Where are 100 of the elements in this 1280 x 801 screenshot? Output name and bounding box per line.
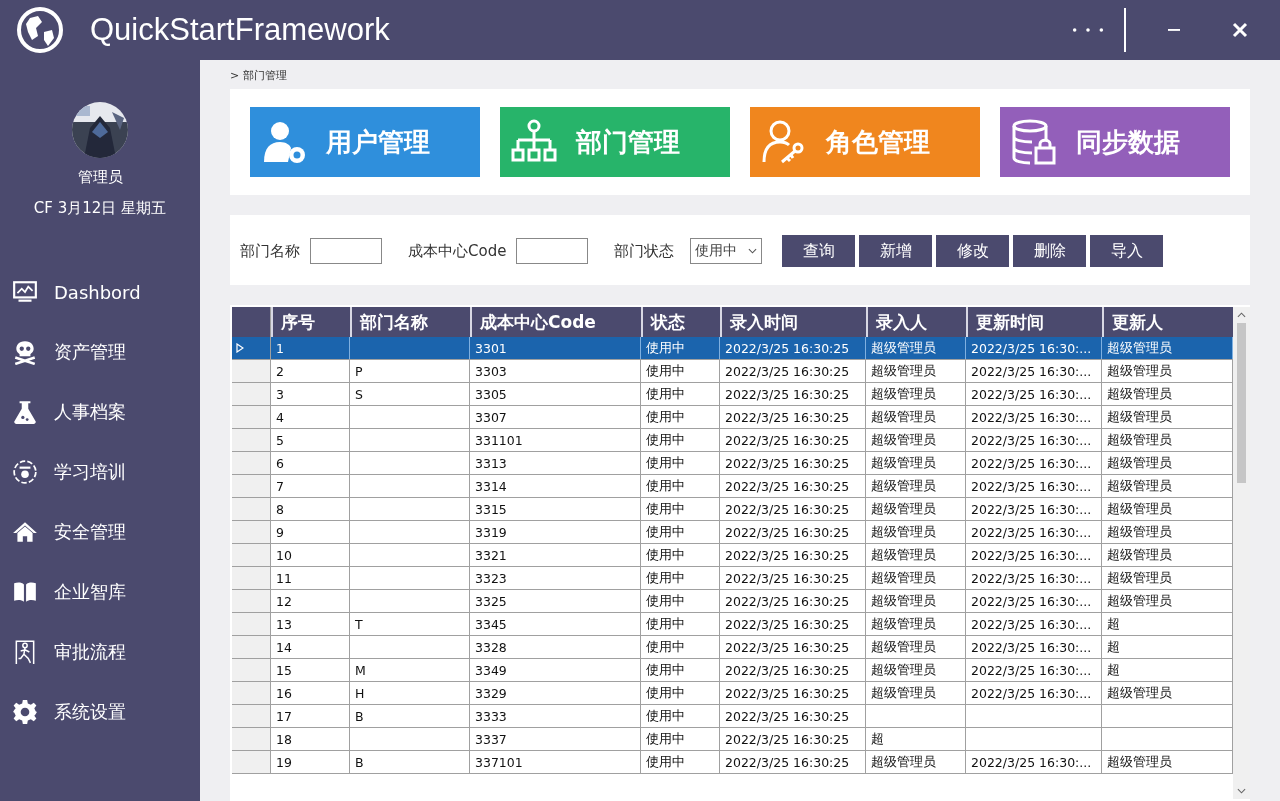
scroll-down-icon[interactable] <box>1237 788 1246 794</box>
more-icon[interactable] <box>1072 27 1104 33</box>
table-cell: 2022/3/25 16:30:... <box>971 524 1092 540</box>
table-row[interactable]: 4 3307 使用中 2022/3/25 16:30:25 超级管理员 2022/3/25 16:30:... 超级管理员 <box>232 406 1233 429</box>
sidebar-item[interactable]: Dashbord <box>0 262 200 322</box>
table-cell: P <box>355 363 363 379</box>
table-row[interactable]: 10 3321 使用中 2022/3/25 16:30:25 超级管理员 2022/3/25 16:30:... 超级管理员 <box>232 544 1233 567</box>
table-cell: 超级管理员 <box>871 753 936 771</box>
table-cell: 超级管理员 <box>1107 408 1172 426</box>
sidebar-item[interactable]: 资产管理 <box>0 322 200 382</box>
table-cell: 使用中 <box>646 454 685 472</box>
table-cell: 2022/3/25 16:30:25 <box>725 731 850 747</box>
table-row[interactable]: 8 3315 使用中 2022/3/25 16:30:25 超级管理员 2022/3/25 16:30:... 超级管理员 <box>232 498 1233 521</box>
sidebar-item[interactable]: 企业智库 <box>0 562 200 622</box>
action-button[interactable]: 新增 <box>859 235 933 267</box>
table-cell: 超级管理员 <box>871 615 936 633</box>
sidebar-item[interactable]: 学习培训 <box>0 442 200 502</box>
table-row[interactable]: 13 T 3345 使用中 2022/3/25 16:30:25 超级管理员 2022/3/25 16:30:... 超 <box>232 613 1233 636</box>
table-cell: 2022/3/25 16:30:25 <box>725 639 850 655</box>
table-cell: 使用中 <box>646 477 685 495</box>
table-cell: 2022/3/25 16:30:... <box>971 432 1092 448</box>
table-row[interactable]: 3 S 3305 使用中 2022/3/25 16:30:25 超级管理员 2022/3/25 16:30:... 超级管理员 <box>232 383 1233 406</box>
table-row[interactable]: 16 H 3329 使用中 2022/3/25 16:30:25 超级管理员 2022/3/25 16:30:... 超级管理员 <box>232 682 1233 705</box>
table-cell: 使用中 <box>646 569 685 587</box>
table-row[interactable]: 5 331101 使用中 2022/3/25 16:30:25 超级管理员 2022/3/25 16:30:... 超级管理员 <box>232 429 1233 452</box>
table-cell: 3314 <box>475 478 507 494</box>
table-row[interactable]: 12 3325 使用中 2022/3/25 16:30:25 超级管理员 2022/3/25 16:30:... 超级管理员 <box>232 590 1233 613</box>
table-cell: 10 <box>276 547 292 563</box>
flask-icon <box>12 399 38 425</box>
table-row[interactable]: 18 3337 使用中 2022/3/25 16:30:25 超 <box>232 728 1233 751</box>
table-cell: 使用中 <box>646 546 685 564</box>
module-tile[interactable]: 同步数据 <box>1000 107 1230 177</box>
table-row[interactable]: 14 3328 使用中 2022/3/25 16:30:25 超级管理员 2022/3/25 16:30:... 超 <box>232 636 1233 659</box>
table-cell: 2022/3/25 16:30:25 <box>725 708 850 724</box>
table-cell: 超 <box>1107 661 1120 679</box>
table-cell: 1 <box>276 340 284 356</box>
table-cell: 331101 <box>475 432 523 448</box>
table-row[interactable]: 15 M 3349 使用中 2022/3/25 16:30:25 超级管理员 2022/3/25 16:30:... 超 <box>232 659 1233 682</box>
sidebar-item[interactable]: 安全管理 <box>0 502 200 562</box>
field-label: 部门状态 <box>614 241 675 261</box>
table-cell: 3305 <box>475 386 507 402</box>
input-field[interactable] <box>516 238 589 264</box>
table-cell: 2 <box>276 363 284 379</box>
table-cell: 14 <box>276 639 292 655</box>
action-button[interactable]: 修改 <box>936 235 1010 267</box>
table-cell: 3337 <box>475 731 507 747</box>
table-cell: 18 <box>276 731 292 747</box>
table-cell: 超级管理员 <box>871 592 936 610</box>
table-cell: 超 <box>1107 615 1120 633</box>
table-row[interactable]: 11 3323 使用中 2022/3/25 16:30:25 超级管理员 2022/3/25 16:30:... 超级管理员 <box>232 567 1233 590</box>
table-cell: 3323 <box>475 570 507 586</box>
table-row[interactable]: 9 3319 使用中 2022/3/25 16:30:25 超级管理员 2022/3/25 16:30:... 超级管理员 <box>232 521 1233 544</box>
table-cell: 337101 <box>475 754 523 770</box>
action-button[interactable]: 查询 <box>782 235 856 267</box>
action-button[interactable]: 导入 <box>1090 235 1164 267</box>
sidebar-item[interactable]: 人事档案 <box>0 382 200 442</box>
table-cell: 13 <box>276 616 292 632</box>
table-cell: 2022/3/25 16:30:25 <box>725 409 850 425</box>
table-row[interactable]: 7 3314 使用中 2022/3/25 16:30:25 超级管理员 2022/3/25 16:30:... 超级管理员 <box>232 475 1233 498</box>
table-cell: 超级管理员 <box>871 431 936 449</box>
table-cell: B <box>355 708 364 724</box>
table-row[interactable]: 17 B 3333 使用中 2022/3/25 16:30:25 <box>232 705 1233 728</box>
table-cell: 4 <box>276 409 284 425</box>
table-cell: 2022/3/25 16:30:25 <box>725 754 850 770</box>
table-cell: 超级管理员 <box>1107 454 1172 472</box>
table-cell: 使用中 <box>646 500 685 518</box>
breadcrumb: > 部门管理 <box>230 68 287 83</box>
table-cell: 使用中 <box>646 385 685 403</box>
table-row[interactable]: 19 B 337101 使用中 2022/3/25 16:30:25 超级管理员 2022/3/25 16:30:... 超级管理员 <box>232 751 1233 774</box>
table-cell: 使用中 <box>646 638 685 656</box>
table-cell: 使用中 <box>646 431 685 449</box>
field-label: 成本中心Code <box>408 241 507 261</box>
table-cell: 使用中 <box>646 730 685 748</box>
table-cell: 2022/3/25 16:30:25 <box>725 501 850 517</box>
minimize-icon[interactable] <box>1166 28 1182 32</box>
action-button[interactable]: 删除 <box>1013 235 1087 267</box>
sidebar-item[interactable]: 系统设置 <box>0 682 200 742</box>
close-icon[interactable] <box>1232 22 1248 38</box>
sidebar-item[interactable]: 审批流程 <box>0 622 200 682</box>
table-cell: 超级管理员 <box>1107 523 1172 541</box>
table-cell: 2022/3/25 16:30:25 <box>725 340 850 356</box>
table-cell: 3349 <box>475 662 507 678</box>
table-cell: 超级管理员 <box>871 638 936 656</box>
input-field[interactable] <box>310 238 382 264</box>
table-cell: 超级管理员 <box>871 500 936 518</box>
table-cell: 2022/3/25 16:30:... <box>971 478 1092 494</box>
table-cell: 使用中 <box>646 684 685 702</box>
monitor-chart-icon <box>12 279 38 305</box>
current-row-icon <box>236 343 244 353</box>
scrollbar-thumb[interactable] <box>1237 323 1246 483</box>
table-row[interactable]: 2 P 3303 使用中 2022/3/25 16:30:25 超级管理员 2022/3/25 16:30:... 超级管理员 <box>232 360 1233 383</box>
table-cell: 2022/3/25 16:30:25 <box>725 455 850 471</box>
table-cell: 8 <box>276 501 284 517</box>
status-dropdown[interactable]: 使用中 <box>690 238 763 264</box>
scroll-up-icon[interactable] <box>1237 312 1246 318</box>
table-row[interactable]: 6 3313 使用中 2022/3/25 16:30:25 超级管理员 2022/3/25 16:30:... 超级管理员 <box>232 452 1233 475</box>
table-row[interactable]: 1 3301 使用中 2022/3/25 16:30:25 超级管理员 2022/3/25 16:30:... 超级管理员 <box>232 337 1233 360</box>
scrollbar[interactable] <box>1233 307 1250 799</box>
table-cell: 2022/3/25 16:30:... <box>971 455 1092 471</box>
caret-icon <box>748 248 758 254</box>
